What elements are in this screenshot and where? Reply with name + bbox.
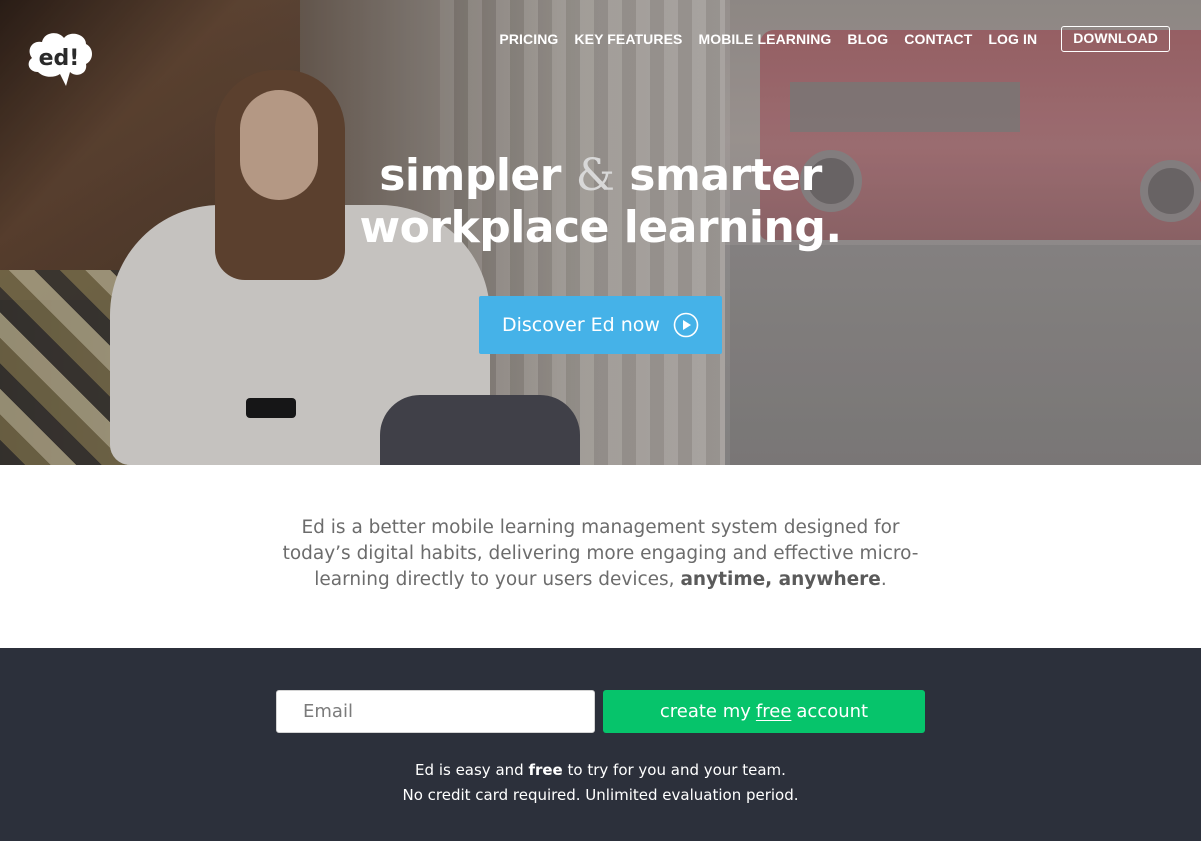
headline-ampersand: & bbox=[575, 150, 615, 201]
top-navigation: PRICING KEY FEATURES MOBILE LEARNING BLO… bbox=[499, 26, 1170, 52]
logo-text: ed! bbox=[39, 46, 80, 71]
note-line1-pre: Ed is easy and bbox=[415, 761, 524, 779]
play-circle-icon bbox=[673, 312, 699, 338]
headline-word-smarter: smarter bbox=[629, 150, 822, 201]
nav-item-pricing[interactable]: PRICING bbox=[499, 26, 558, 52]
create-label-post: account bbox=[796, 701, 869, 722]
email-input[interactable] bbox=[276, 690, 595, 733]
note-line1-post: to try for you and your team. bbox=[567, 761, 786, 779]
nav-item-key-features[interactable]: KEY FEATURES bbox=[574, 26, 682, 52]
ed-logo-icon-svg: ed! bbox=[28, 33, 92, 86]
headline-line-2: workplace learning. bbox=[359, 202, 842, 253]
signup-note-line-1: Ed is easy and free to try for you and y… bbox=[0, 758, 1201, 783]
nav-item-blog[interactable]: BLOG bbox=[847, 26, 888, 52]
create-label-free: free bbox=[755, 701, 792, 722]
description-emphasis: anytime, anywhere bbox=[680, 569, 881, 590]
hero-headline: simpler & smarter workplace learning. bbox=[0, 150, 1201, 254]
nav-item-contact[interactable]: CONTACT bbox=[904, 26, 972, 52]
discover-ed-button[interactable]: Discover Ed now bbox=[479, 296, 722, 354]
nav-item-mobile-learning[interactable]: MOBILE LEARNING bbox=[698, 26, 831, 52]
create-free-account-button[interactable]: create my free account bbox=[603, 690, 925, 733]
nav-item-log-in[interactable]: LOG IN bbox=[988, 26, 1037, 52]
signup-note-line-2: No credit card required. Unlimited evalu… bbox=[402, 786, 799, 804]
ed-logo-icon[interactable]: ed! bbox=[24, 28, 94, 88]
download-button[interactable]: DOWNLOAD bbox=[1061, 26, 1170, 52]
create-label-pre: create my bbox=[659, 701, 751, 722]
discover-ed-label: Discover Ed now bbox=[502, 314, 660, 336]
note-line1-bold: free bbox=[528, 761, 563, 779]
product-description: Ed is a better mobile learning managemen… bbox=[270, 515, 931, 593]
headline-word-simpler: simpler bbox=[379, 150, 561, 201]
description-end: . bbox=[880, 569, 887, 590]
signup-section: create my free account Ed is easy and fr… bbox=[0, 648, 1201, 841]
signup-note: Ed is easy and free to try for you and y… bbox=[0, 758, 1201, 808]
